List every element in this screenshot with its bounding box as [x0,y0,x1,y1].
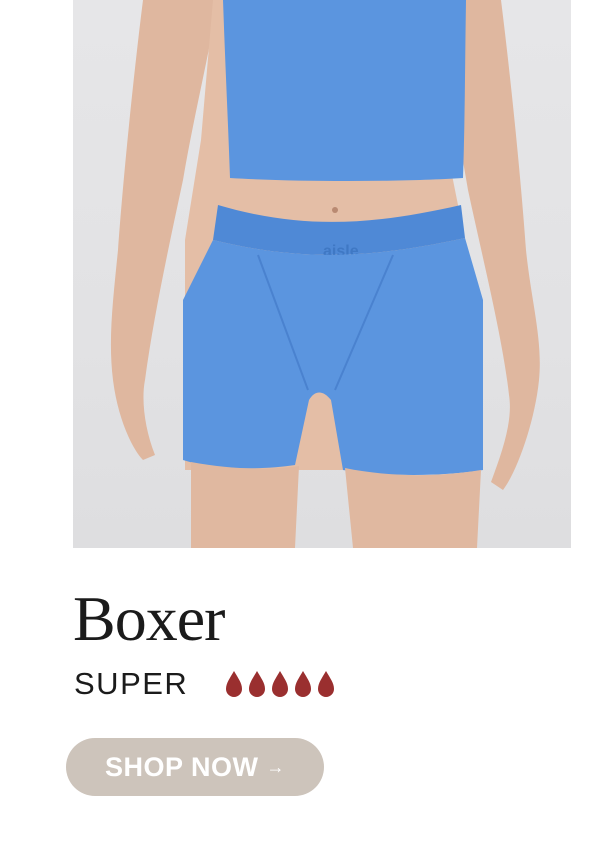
product-title: Boxer [73,583,225,654]
drop-icon [272,671,289,697]
absorbency-drops [224,670,336,698]
shop-now-label: SHOP NOW [104,751,259,782]
model-illustration: aisle [110,0,540,548]
product-photo: aisle [73,0,571,548]
absorbency-row: SUPER [74,666,336,702]
shop-now-button[interactable]: SHOP NOW → [66,738,324,796]
absorbency-label: SUPER [74,666,189,701]
drop-icon [249,671,266,697]
drop-icon [226,671,243,697]
drop-icon [295,671,312,697]
drop-icon [318,671,335,697]
arrow-right-icon: → [266,756,285,777]
